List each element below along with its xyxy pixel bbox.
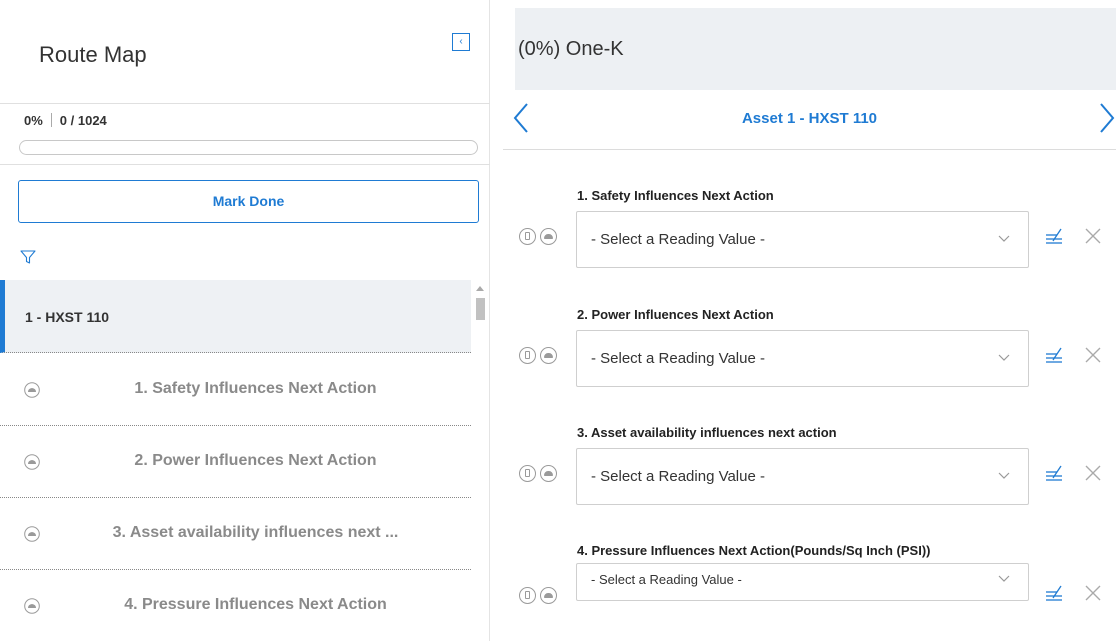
step-list-item[interactable]: 1. Safety Influences Next Action (0, 354, 471, 426)
chevron-down-icon (998, 575, 1010, 582)
close-icon[interactable] (1084, 346, 1102, 364)
cloud-icon (540, 587, 557, 604)
progress-count: 0 / 1024 (59, 113, 107, 128)
readings-header: (0%) One-K (515, 8, 1116, 90)
scroll-up-arrow-icon[interactable] (476, 286, 484, 291)
asset-list-item[interactable]: 1 - HXST 110 (0, 280, 471, 353)
step-list-item-label: 2. Power Influences Next Action (134, 452, 377, 469)
step-list-item[interactable]: 2. Power Influences Next Action (0, 426, 471, 498)
chevron-right-icon[interactable] (1095, 98, 1116, 138)
reading-value-select[interactable]: - Select a Reading Value - (576, 211, 1029, 268)
close-icon[interactable] (1084, 227, 1102, 245)
asset-navigation: Asset 1 - HXST 110 (503, 90, 1116, 150)
route-title: (0%) One-K (518, 38, 624, 60)
reading-status-icons (519, 587, 559, 605)
step-list-item[interactable]: 4. Pressure Influences Next Action (0, 570, 471, 641)
reading-label: 4. Pressure Influences Next Action(Pound… (577, 543, 931, 558)
edit-reading-icon[interactable] (1045, 228, 1063, 244)
route-map-header: Route Map ‹ (0, 8, 490, 104)
edit-reading-icon[interactable] (1045, 347, 1063, 363)
readings-panel: (0%) One-K Asset 1 - HXST 110 1. Safety … (503, 0, 1116, 641)
route-map-title: Route Map (39, 42, 147, 67)
divider (0, 164, 490, 165)
route-progress-text: 0% 0 / 1024 (24, 113, 107, 128)
cloud-status-icon (24, 454, 40, 470)
reading-label: 2. Power Influences Next Action (577, 307, 774, 322)
chevron-down-icon (998, 354, 1010, 361)
mark-done-button[interactable]: Mark Done (18, 180, 479, 223)
select-placeholder: - Select a Reading Value - (591, 468, 765, 485)
cloud-icon (540, 347, 557, 364)
chevron-down-icon (998, 472, 1010, 479)
chevron-down-icon (998, 235, 1010, 242)
reading-row: 1. Safety Influences Next Action - Selec… (503, 188, 1116, 303)
reading-status-icons (519, 228, 559, 246)
device-icon (519, 465, 536, 482)
scrollbar-thumb[interactable] (476, 298, 485, 320)
step-list-item[interactable]: 3. Asset availability influences next ..… (0, 498, 471, 570)
cloud-status-icon (24, 526, 40, 542)
step-list-item-label: 1. Safety Influences Next Action (134, 380, 377, 397)
reading-label: 3. Asset availability influences next ac… (577, 425, 837, 440)
device-icon (519, 587, 536, 604)
reading-label: 1. Safety Influences Next Action (577, 188, 774, 203)
asset-title: Asset 1 - HXST 110 (741, 110, 878, 127)
progress-separator (50, 113, 52, 127)
select-placeholder: - Select a Reading Value - (591, 231, 765, 248)
reading-row: 2. Power Influences Next Action - Select… (503, 307, 1116, 422)
select-placeholder: - Select a Reading Value - (591, 350, 765, 367)
collapse-panel-button[interactable]: ‹ (452, 33, 470, 51)
cloud-status-icon (24, 598, 40, 614)
filter-icon[interactable] (20, 249, 36, 265)
step-list-item-label: 4. Pressure Influences Next Action (124, 596, 387, 613)
asset-list-item-label: 1 - HXST 110 (25, 309, 110, 325)
reading-row: 3. Asset availability influences next ac… (503, 425, 1116, 540)
progress-bar (19, 140, 478, 155)
device-icon (519, 347, 536, 364)
edit-reading-icon[interactable] (1045, 465, 1063, 481)
reading-value-select[interactable]: - Select a Reading Value - (576, 563, 1029, 601)
route-list: 1 - HXST 110 1. Safety Influences Next A… (0, 280, 490, 641)
device-icon (519, 228, 536, 245)
close-icon[interactable] (1084, 584, 1102, 602)
reading-value-select[interactable]: - Select a Reading Value - (576, 330, 1029, 387)
reading-row: 4. Pressure Influences Next Action(Pound… (503, 543, 1116, 641)
route-map-panel: Route Map ‹ 0% 0 / 1024 Mark Done 1 - HXS… (0, 0, 490, 641)
cloud-status-icon (24, 382, 40, 398)
select-placeholder: - Select a Reading Value - (591, 572, 742, 587)
reading-value-select[interactable]: - Select a Reading Value - (576, 448, 1029, 505)
cloud-icon (540, 465, 557, 482)
reading-status-icons (519, 347, 559, 365)
close-icon[interactable] (1084, 464, 1102, 482)
chevron-left-icon: ‹ (459, 36, 463, 47)
cloud-icon (540, 228, 557, 245)
reading-status-icons (519, 465, 559, 483)
list-scrollbar[interactable] (474, 280, 486, 641)
edit-reading-icon[interactable] (1045, 585, 1063, 601)
progress-percent: 0% (24, 113, 43, 128)
step-list-item-label: 3. Asset availability influences next ..… (112, 524, 399, 541)
